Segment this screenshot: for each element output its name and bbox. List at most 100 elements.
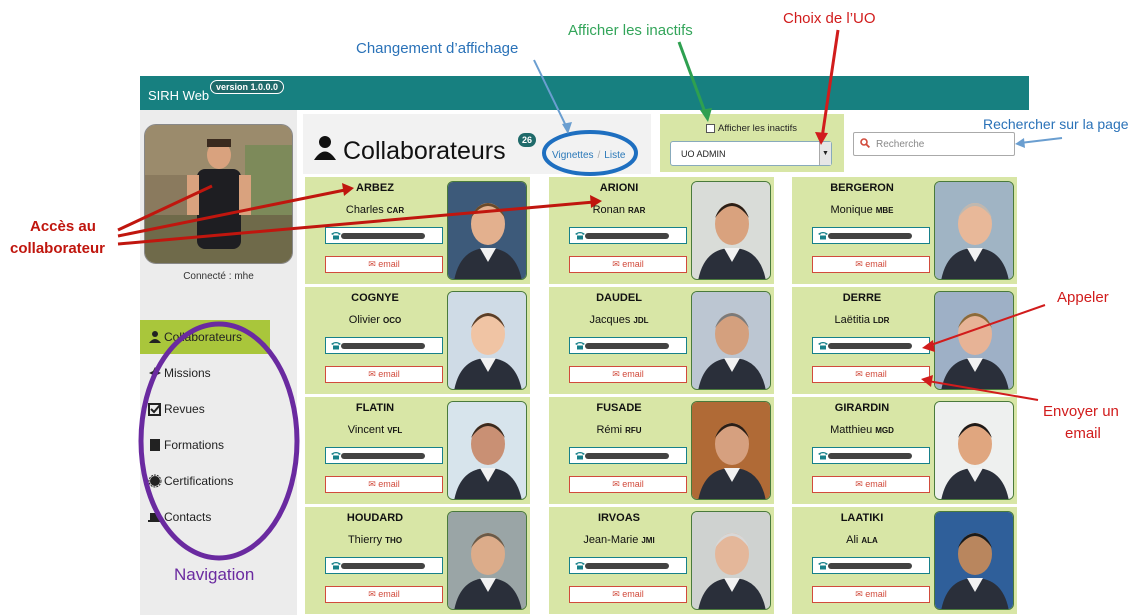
collaborator-photo[interactable] (691, 181, 771, 280)
annotation-search-page: Rechercher sur la page (983, 116, 1129, 132)
collaborator-photo[interactable] (691, 291, 771, 390)
chevron-down-icon[interactable]: ▼ (819, 142, 831, 165)
call-button[interactable] (569, 337, 687, 354)
collaborator-photo[interactable] (934, 181, 1014, 280)
card-first-name[interactable]: Jean-Marie JMI (554, 534, 684, 546)
email-button[interactable]: ✉ email (812, 256, 930, 273)
card-first-name[interactable]: Charles CAR (310, 204, 440, 216)
card-first-name[interactable]: Ronan RAR (554, 204, 684, 216)
email-button[interactable]: ✉ email (812, 586, 930, 603)
collaborator-card[interactable]: ARIONI Ronan RAR ✉ email (549, 177, 774, 284)
sidebar-item-label: Formations (164, 438, 225, 452)
collaborator-card[interactable]: COGNYE Olivier OCO ✉ email (305, 287, 530, 394)
user-avatar[interactable] (144, 124, 293, 264)
uo-select[interactable]: UO ADMIN ▼ (670, 141, 832, 166)
card-first-name[interactable]: Vincent VFL (310, 424, 440, 436)
sidebar-item-certifications[interactable]: Certifications (140, 464, 270, 498)
top-bar: SIRH Web version 1.0.0.0 (140, 76, 1029, 110)
email-button[interactable]: ✉ email (325, 366, 443, 383)
call-button[interactable] (325, 227, 443, 244)
call-button[interactable] (812, 557, 930, 574)
card-last-name[interactable]: IRVOAS (554, 512, 684, 524)
call-button[interactable] (325, 447, 443, 464)
collaborator-card[interactable]: DAUDEL Jacques JDL ✉ email (549, 287, 774, 394)
call-button[interactable] (325, 557, 443, 574)
call-button[interactable] (569, 557, 687, 574)
email-button[interactable]: ✉ email (812, 366, 930, 383)
call-button[interactable] (569, 447, 687, 464)
card-last-name[interactable]: HOUDARD (310, 512, 440, 524)
card-first-name-text: Jacques (589, 314, 631, 326)
collaborator-photo[interactable] (691, 401, 771, 500)
sidebar-item-formations[interactable]: Formations (140, 428, 270, 462)
show-inactive-label: Afficher les inactifs (718, 123, 798, 134)
sidebar-item-revues[interactable]: Revues (140, 392, 270, 426)
collaborator-card[interactable]: HOUDARD Thierry THO ✉ email (305, 507, 530, 614)
collaborator-photo[interactable] (447, 401, 527, 500)
search-input[interactable]: Recherche (853, 132, 1015, 156)
annotation-send-line2: email (1065, 425, 1101, 442)
email-label: email (865, 369, 887, 379)
collaborator-card[interactable]: ARBEZ Charles CAR ✉ email (305, 177, 530, 284)
card-last-name[interactable]: COGNYE (310, 292, 440, 304)
view-thumbnails-link[interactable]: Vignettes (552, 150, 594, 161)
show-inactive-checkbox[interactable] (706, 124, 715, 133)
email-button[interactable]: ✉ email (325, 586, 443, 603)
card-first-name[interactable]: Olivier OCO (310, 314, 440, 326)
call-button[interactable] (325, 337, 443, 354)
card-first-name-text: Ronan (592, 204, 626, 216)
card-last-name[interactable]: GIRARDIN (797, 402, 927, 414)
collaborator-card[interactable]: DERRE Laëtitia LDR ✉ email (792, 287, 1017, 394)
card-last-name[interactable]: FUSADE (554, 402, 684, 414)
sidebar-item-collaborateurs[interactable]: Collaborateurs (140, 320, 270, 354)
collaborator-photo[interactable] (447, 181, 527, 280)
card-first-name[interactable]: Rémi RFU (554, 424, 684, 436)
annotation-show-inactive: Afficher les inactifs (568, 22, 693, 39)
card-first-name[interactable]: Matthieu MGD (797, 424, 927, 436)
card-first-name[interactable]: Laëtitia LDR (797, 314, 927, 326)
call-button[interactable] (569, 227, 687, 244)
email-label: email (622, 369, 644, 379)
email-button[interactable]: ✉ email (569, 586, 687, 603)
collaborator-card[interactable]: GIRARDIN Matthieu MGD ✉ email (792, 397, 1017, 504)
card-first-name[interactable]: Thierry THO (310, 534, 440, 546)
card-last-name[interactable]: DERRE (797, 292, 927, 304)
collaborator-card[interactable]: FUSADE Rémi RFU ✉ email (549, 397, 774, 504)
collaborator-card[interactable]: BERGERON Monique MBE ✉ email (792, 177, 1017, 284)
card-first-name[interactable]: Jacques JDL (554, 314, 684, 326)
card-last-name[interactable]: DAUDEL (554, 292, 684, 304)
card-last-name[interactable]: BERGERON (797, 182, 927, 194)
card-last-name[interactable]: ARBEZ (310, 182, 440, 194)
email-button[interactable]: ✉ email (569, 366, 687, 383)
view-list-link[interactable]: Liste (604, 150, 625, 161)
email-label: email (865, 479, 887, 489)
phone-icon (331, 562, 341, 570)
card-first-name[interactable]: Ali ALA (797, 534, 927, 546)
email-button[interactable]: ✉ email (325, 476, 443, 493)
card-last-name[interactable]: LAATIKI (797, 512, 927, 524)
card-last-name[interactable]: ARIONI (554, 182, 684, 194)
call-button[interactable] (812, 337, 930, 354)
email-button[interactable]: ✉ email (812, 476, 930, 493)
collaborator-photo[interactable] (934, 291, 1014, 390)
card-first-name[interactable]: Monique MBE (797, 204, 927, 216)
card-first-name-text: Monique (830, 204, 873, 216)
call-button[interactable] (812, 447, 930, 464)
show-inactive-toggle[interactable]: Afficher les inactifs (706, 123, 797, 134)
sidebar-item-contacts[interactable]: Contacts (140, 500, 270, 534)
collaborator-card[interactable]: FLATIN Vincent VFL ✉ email (305, 397, 530, 504)
collaborator-card[interactable]: LAATIKI Ali ALA ✉ email (792, 507, 1017, 614)
collaborator-photo[interactable] (934, 401, 1014, 500)
collaborator-card[interactable]: IRVOAS Jean-Marie JMI ✉ email (549, 507, 774, 614)
card-last-name[interactable]: FLATIN (310, 402, 440, 414)
email-button[interactable]: ✉ email (569, 476, 687, 493)
collaborator-photo[interactable] (691, 511, 771, 610)
collaborator-photo[interactable] (447, 511, 527, 610)
collaborator-photo[interactable] (934, 511, 1014, 610)
collaborator-photo[interactable] (447, 291, 527, 390)
redacted-phone (341, 233, 425, 239)
call-button[interactable] (812, 227, 930, 244)
email-button[interactable]: ✉ email (569, 256, 687, 273)
sidebar-item-missions[interactable]: Missions (140, 356, 270, 390)
email-button[interactable]: ✉ email (325, 256, 443, 273)
